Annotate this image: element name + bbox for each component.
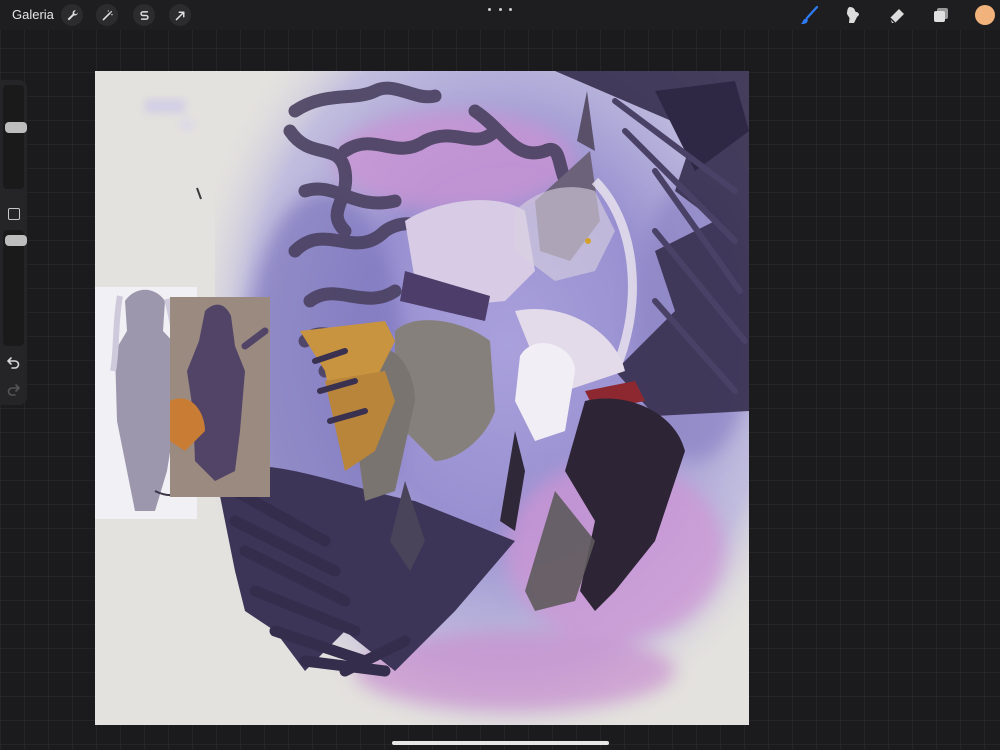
color-picker-button[interactable] xyxy=(975,5,995,25)
undo-icon xyxy=(7,357,20,369)
brush-size-slider[interactable] xyxy=(3,85,27,189)
redo-icon xyxy=(7,384,20,396)
selection-s-icon xyxy=(139,10,149,20)
magic-wand-icon xyxy=(102,9,113,20)
gallery-button[interactable]: Galeria xyxy=(12,7,54,22)
layers-icon xyxy=(934,8,948,22)
selection-button[interactable] xyxy=(133,4,155,26)
home-indicator xyxy=(392,741,609,745)
smudge-icon xyxy=(847,7,859,23)
undo-button[interactable] xyxy=(6,355,21,369)
brush-size-thumb[interactable] xyxy=(5,122,27,133)
layers-tool-button[interactable] xyxy=(930,4,952,26)
transform-button[interactable] xyxy=(169,4,191,26)
artwork-canvas xyxy=(95,71,749,725)
left-sidebar xyxy=(0,80,27,405)
opacity-thumb[interactable] xyxy=(5,235,27,246)
modify-button[interactable] xyxy=(8,208,20,220)
drawing-canvas[interactable] xyxy=(95,71,749,725)
ellipsis-icon xyxy=(488,7,491,11)
more-options-button[interactable] xyxy=(488,3,512,15)
top-toolbar: Galeria xyxy=(0,0,1000,30)
brush-icon xyxy=(800,5,819,24)
smudge-tool-button[interactable] xyxy=(842,4,864,26)
arrow-cursor-icon xyxy=(175,11,184,20)
opacity-slider[interactable] xyxy=(3,230,27,346)
eraser-icon xyxy=(889,9,904,24)
brush-tool-button[interactable] xyxy=(798,4,820,26)
actions-button[interactable] xyxy=(61,4,83,26)
redo-button[interactable] xyxy=(6,382,21,396)
adjustments-button[interactable] xyxy=(96,4,118,26)
eraser-tool-button[interactable] xyxy=(886,4,908,26)
wrench-icon xyxy=(67,9,78,20)
reference-sheet-two xyxy=(170,297,270,497)
